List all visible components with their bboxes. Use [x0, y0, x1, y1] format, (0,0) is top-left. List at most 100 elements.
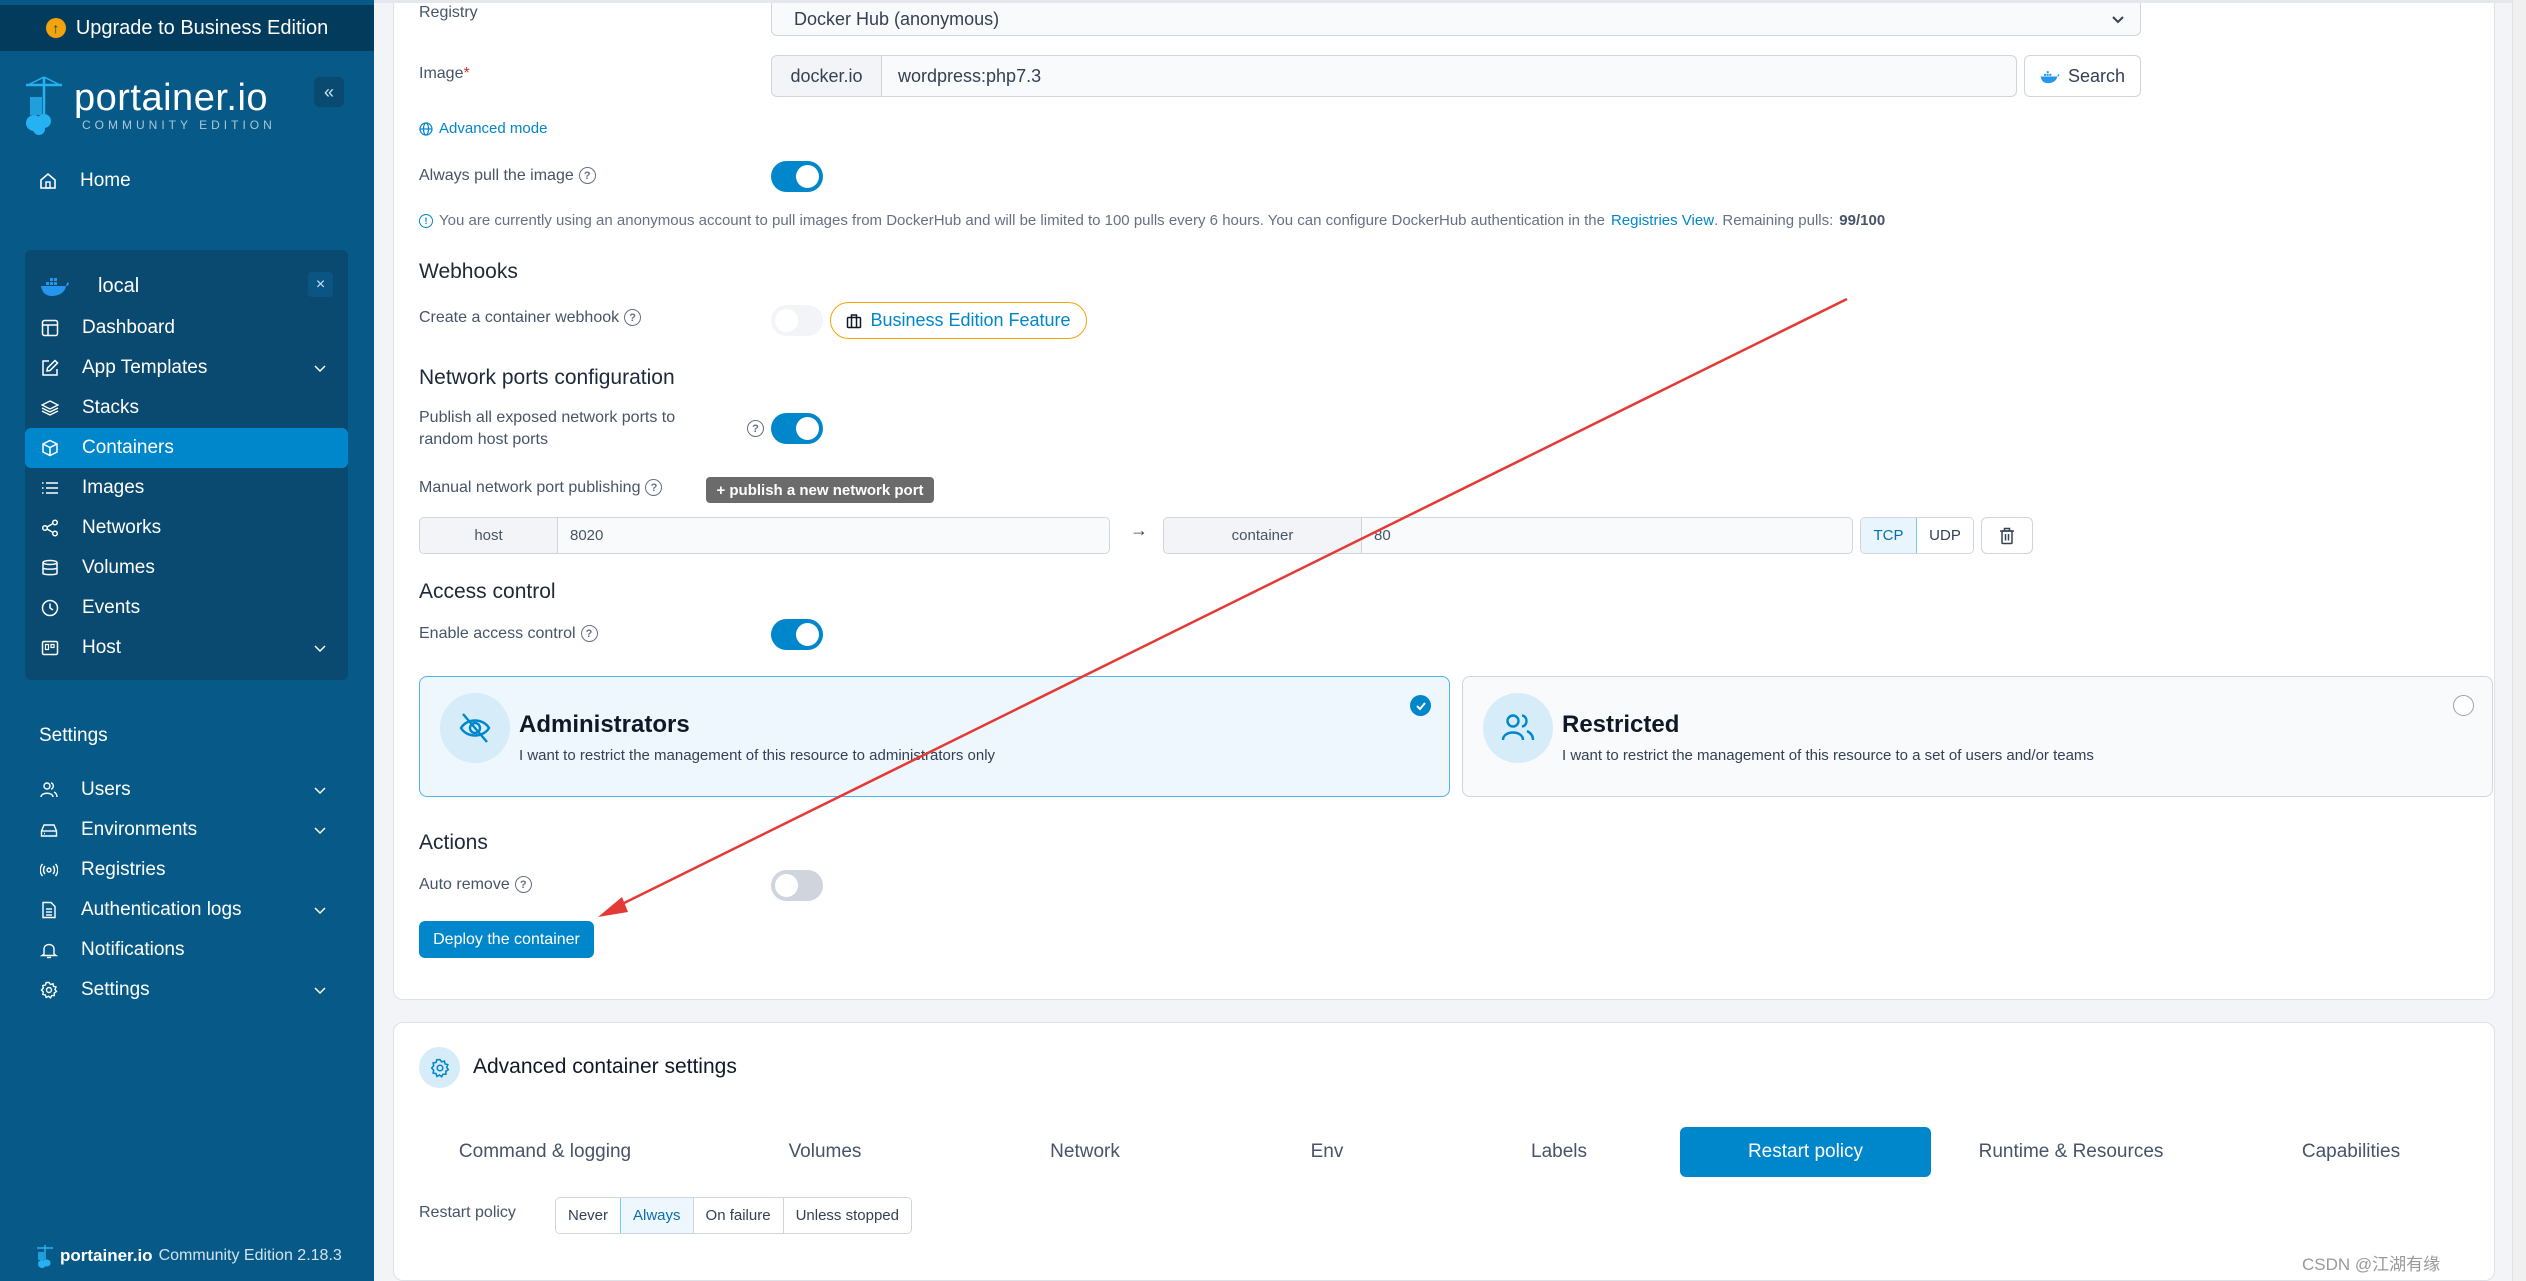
- radio-icon: [40, 863, 58, 877]
- webhook-toggle[interactable]: [771, 305, 823, 336]
- gear-icon: [419, 1047, 460, 1088]
- registry-select[interactable]: Docker Hub (anonymous): [771, 3, 2141, 36]
- tab-runtime-resources[interactable]: Runtime & Resources: [1946, 1127, 2196, 1177]
- manual-port-publishing-label: Manual network port publishing?: [419, 479, 663, 497]
- close-environment-button[interactable]: ×: [308, 272, 333, 297]
- always-pull-toggle[interactable]: [771, 161, 823, 192]
- sidebar-item-label: Volumes: [82, 557, 155, 578]
- portainer-logo[interactable]: portainer.io COMMUNITY EDITION: [24, 75, 276, 135]
- upgrade-banner[interactable]: ↑ Upgrade to Business Edition: [0, 5, 374, 51]
- access-option-description: I want to restrict the management of thi…: [519, 747, 996, 764]
- sidebar-item-host[interactable]: Host: [25, 628, 348, 668]
- help-icon[interactable]: ?: [578, 167, 596, 185]
- arrow-right-icon: →: [1130, 520, 1148, 540]
- host-port-input-group: host 8020: [419, 517, 1110, 554]
- sidebar-item-authentication-logs[interactable]: Authentication logs: [25, 890, 348, 930]
- advanced-mode-link[interactable]: Advanced mode: [419, 120, 547, 137]
- search-image-button[interactable]: Search: [2024, 55, 2141, 97]
- publish-new-port-button[interactable]: + publish a new network port: [706, 477, 934, 503]
- sidebar-item-containers[interactable]: Containers: [25, 428, 348, 468]
- deploy-container-button[interactable]: Deploy the container: [419, 921, 594, 958]
- sidebar-item-dashboard[interactable]: Dashboard: [25, 308, 348, 348]
- info-text: You are currently using an anonymous acc…: [439, 212, 1605, 229]
- always-pull-label: Always pull the image?: [419, 167, 596, 185]
- chevron-down-icon: [314, 907, 326, 915]
- restart-option-never[interactable]: Never: [556, 1198, 622, 1233]
- sidebar-item-networks[interactable]: Networks: [25, 508, 348, 548]
- image-input[interactable]: wordpress:php7.3: [882, 56, 2016, 96]
- upgrade-label: Upgrade to Business Edition: [75, 16, 329, 39]
- sidebar-item-label: Networks: [82, 517, 162, 538]
- share-icon: [41, 519, 59, 537]
- sidebar-item-stacks[interactable]: Stacks: [25, 388, 348, 428]
- search-button-label: Search: [2067, 65, 2126, 86]
- auto-remove-label: Auto remove?: [419, 876, 532, 894]
- restart-option-unless-stopped[interactable]: Unless stopped: [783, 1198, 911, 1233]
- host-port-input[interactable]: 8020: [558, 518, 1109, 553]
- logo-subtitle: COMMUNITY EDITION: [82, 118, 276, 132]
- container-port-label: container: [1164, 518, 1362, 553]
- collapse-sidebar-button[interactable]: «: [314, 77, 344, 107]
- footer-version: Community Edition 2.18.3: [158, 1247, 342, 1264]
- container-port-input[interactable]: 80: [1362, 518, 1852, 553]
- sidebar-item-users[interactable]: Users: [25, 770, 348, 810]
- chevron-down-icon: [2112, 16, 2124, 24]
- briefcase-icon: [847, 313, 862, 328]
- help-icon[interactable]: ?: [514, 876, 532, 894]
- auto-remove-toggle[interactable]: [771, 870, 823, 901]
- remaining-pulls-value: 99/100: [1839, 212, 1886, 229]
- users-icon: [40, 782, 58, 798]
- business-edition-badge[interactable]: Business Edition Feature: [830, 302, 1087, 339]
- box-icon: [42, 439, 58, 457]
- publish-all-ports-toggle[interactable]: [771, 413, 823, 444]
- sidebar-item-label: Images: [82, 477, 145, 498]
- sidebar-item-home[interactable]: Home: [38, 170, 131, 192]
- sidebar-item-images[interactable]: Images: [25, 468, 348, 508]
- sidebar-item-label: Containers: [82, 437, 174, 458]
- image-label: Image*: [419, 65, 470, 82]
- tab-restart-policy[interactable]: Restart policy: [1680, 1127, 1931, 1177]
- edit-icon: [42, 359, 59, 376]
- tab-labels[interactable]: Labels: [1434, 1127, 1684, 1177]
- sidebar-item-label: Settings: [81, 979, 150, 1000]
- registries-view-link[interactable]: Registries View: [1611, 212, 1714, 229]
- help-icon[interactable]: ?: [645, 479, 663, 497]
- help-icon[interactable]: ?: [580, 625, 598, 643]
- chevron-down-icon: [314, 987, 326, 995]
- sidebar-item-events[interactable]: Events: [25, 588, 348, 628]
- environment-panel: local × Dashboard App Templates Stacks C…: [25, 250, 348, 680]
- radio-unchecked-icon: [2453, 695, 2474, 716]
- restart-option-on-failure[interactable]: On failure: [693, 1198, 784, 1233]
- protocol-tcp-button[interactable]: TCP: [1861, 518, 1918, 553]
- sidebar-item-app-templates[interactable]: App Templates: [25, 348, 348, 388]
- help-icon[interactable]: ?: [624, 309, 642, 327]
- network-ports-section-title: Network ports configuration: [419, 366, 675, 389]
- access-control-toggle[interactable]: [771, 619, 823, 650]
- sidebar-item-notifications[interactable]: Notifications: [25, 930, 348, 970]
- webhook-label: Create a container webhook?: [419, 309, 642, 327]
- access-option-administrators[interactable]: Administrators I want to restrict the ma…: [419, 676, 1450, 797]
- chevron-down-icon: [314, 787, 326, 795]
- sidebar-item-registries[interactable]: Registries: [25, 850, 348, 890]
- tab-command-logging[interactable]: Command & logging: [420, 1127, 670, 1177]
- sidebar-item-volumes[interactable]: Volumes: [25, 548, 348, 588]
- tab-network[interactable]: Network: [960, 1127, 1210, 1177]
- tab-capabilities[interactable]: Capabilities: [2226, 1127, 2476, 1177]
- page-scrollbar[interactable]: [2512, 0, 2526, 1281]
- clock-icon: [41, 599, 59, 617]
- image-registry-prefix: docker.io: [772, 56, 882, 96]
- tab-volumes[interactable]: Volumes: [700, 1127, 950, 1177]
- remove-port-button[interactable]: [1981, 517, 2033, 554]
- sidebar-item-environments[interactable]: Environments: [25, 810, 348, 850]
- restart-option-always[interactable]: Always: [620, 1198, 695, 1233]
- access-option-restricted[interactable]: Restricted I want to restrict the manage…: [1462, 676, 2493, 797]
- advanced-mode-label: Advanced mode: [439, 120, 548, 137]
- help-icon[interactable]: ?: [747, 420, 764, 437]
- access-option-title: Administrators: [519, 711, 690, 738]
- sidebar-item-label: Dashboard: [82, 317, 175, 338]
- protocol-udp-button[interactable]: UDP: [1917, 518, 1973, 553]
- registry-selected-value: Docker Hub (anonymous): [794, 8, 1000, 29]
- sidebar-item-label: Events: [82, 597, 141, 618]
- sidebar-item-settings[interactable]: Settings: [25, 970, 348, 1010]
- tab-env[interactable]: Env: [1202, 1127, 1452, 1177]
